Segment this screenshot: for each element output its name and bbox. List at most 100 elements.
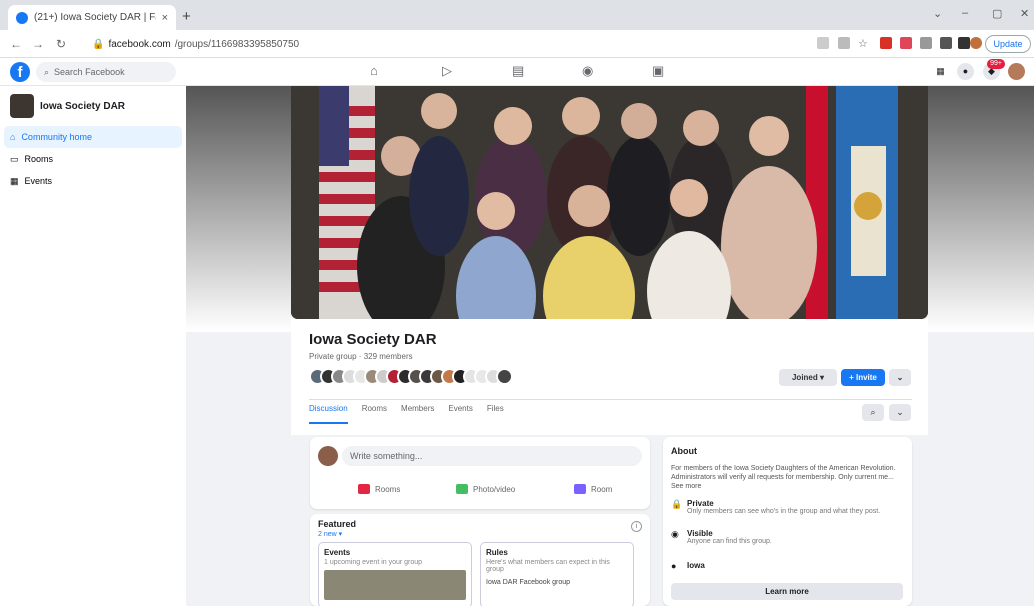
tab-close-icon[interactable]: × [162, 12, 168, 24]
address-bar[interactable]: 🔒 facebook.com/groups/1166983395850750 [92, 35, 782, 53]
event-thumbnail [324, 570, 466, 600]
tab-events[interactable]: Events [448, 404, 472, 424]
cover-photo[interactable] [291, 86, 928, 319]
close-window-button[interactable]: ✕ [1020, 7, 1029, 20]
search-group-button[interactable]: ⌕ [862, 404, 884, 421]
card-subtitle: 1 upcoming event in your group [324, 559, 423, 566]
about-row-sub: Only members can see who's in the group … [687, 508, 881, 515]
tab-rooms[interactable]: Rooms [362, 404, 387, 424]
back-icon[interactable]: ← [10, 37, 22, 51]
group-photo-image [291, 86, 928, 319]
facebook-search-input[interactable]: ⌕ Search Facebook [36, 62, 176, 82]
learn-more-button[interactable]: Learn more [671, 583, 903, 600]
tab-discussion[interactable]: Discussion [309, 404, 348, 424]
featured-section: Featured 2 new ▾ i Events 1 upcoming eve… [310, 514, 650, 606]
extension-icon[interactable] [900, 37, 912, 49]
avatar[interactable] [496, 368, 513, 385]
group-title[interactable]: Iowa Society DAR [309, 331, 437, 348]
browser-tab[interactable]: (21+) Iowa Society DAR | Facebo × [8, 5, 176, 30]
home-icon: ⌂ [10, 132, 16, 142]
gaming-nav-icon[interactable]: ▣ [652, 63, 664, 79]
sidebar-item-community-home[interactable]: ⌂ Community home [4, 126, 182, 148]
extension-icon[interactable] [920, 37, 932, 49]
menu-grid-icon[interactable]: ▦ [932, 63, 949, 80]
about-heading: About [671, 446, 697, 456]
room-action-button[interactable]: Room [574, 484, 612, 494]
member-avatars[interactable] [309, 368, 513, 385]
browser-toolbar: ← → ↻ 🔒 facebook.com/groups/116698339585… [0, 30, 1034, 58]
tab-files[interactable]: Files [487, 404, 504, 424]
browser-tab-strip: (21+) Iowa Society DAR | Facebo × + ⌄ – … [0, 0, 1034, 30]
groups-nav-icon[interactable]: ◉ [582, 63, 593, 79]
update-button[interactable]: Update [985, 35, 1031, 53]
rule-item: Iowa DAR Facebook group [486, 579, 571, 586]
extension-icon[interactable] [838, 37, 850, 49]
card-title: Rules [486, 548, 508, 557]
location-icon: ● [671, 561, 677, 571]
lock-icon: 🔒 [92, 38, 105, 50]
sidebar-item-rooms[interactable]: ▭ Rooms [4, 148, 182, 170]
tab-search-icon[interactable]: ⌄ [933, 7, 942, 20]
home-nav-icon[interactable]: ⌂ [370, 63, 378, 78]
reload-icon[interactable]: ↻ [56, 37, 66, 51]
eye-icon: ◉ [671, 529, 679, 539]
sidebar-icon[interactable] [958, 37, 970, 49]
profile-avatar[interactable] [970, 37, 982, 49]
search-icon: ⌕ [44, 66, 50, 77]
notifications-icon[interactable]: ◆ 99+ [983, 59, 1005, 80]
about-privacy-row: 🔒 Private Only members can see who's in t… [671, 499, 880, 515]
forward-icon[interactable]: → [32, 37, 44, 51]
group-main: Iowa Society DAR Private group · 329 mem… [186, 86, 1034, 606]
sidebar-item-label: Events [24, 176, 53, 186]
action-label: Rooms [375, 484, 401, 494]
tabs-divider [309, 399, 912, 400]
tabs-more-button[interactable]: ⌄ [889, 404, 911, 421]
post-composer: Write something... Rooms Photo/video Roo… [310, 437, 650, 509]
sidebar-item-events[interactable]: ▦ Events [4, 170, 182, 192]
group-more-button[interactable]: ⌄ [889, 369, 911, 386]
avatar [318, 446, 338, 466]
search-placeholder: Search Facebook [54, 67, 125, 77]
puzzle-icon[interactable] [940, 37, 952, 49]
video-icon [358, 484, 370, 494]
featured-new-toggle[interactable]: 2 new ▾ [318, 530, 342, 538]
rooms-action-button[interactable]: Rooms [358, 484, 400, 494]
tab-members[interactable]: Members [401, 404, 434, 424]
about-location-row: ● Iowa [671, 561, 705, 571]
featured-title: Featured [318, 519, 357, 529]
facebook-favicon-icon [16, 11, 28, 24]
photo-video-button[interactable]: Photo/video [456, 484, 515, 494]
sidebar-item-label: Rooms [24, 154, 54, 164]
extension-icon[interactable] [880, 37, 892, 49]
about-description: For members of the Iowa Society Daughter… [671, 465, 896, 490]
bookmark-star-icon[interactable]: ☆ [858, 37, 870, 50]
zoom-icon[interactable] [817, 37, 829, 49]
photo-icon [456, 484, 468, 494]
info-icon[interactable]: i [631, 521, 642, 532]
about-row-title: Iowa [687, 561, 705, 570]
watch-nav-icon[interactable]: ▷ [442, 63, 452, 79]
minimize-button[interactable]: – [962, 7, 968, 19]
account-avatar[interactable] [1008, 63, 1025, 80]
messenger-icon[interactable]: ● [957, 63, 974, 80]
group-thumbnail [10, 94, 34, 118]
featured-events-card[interactable]: Events 1 upcoming event in your group [318, 542, 472, 606]
invite-button[interactable]: + Invite [841, 369, 885, 386]
group-tabs: Discussion Rooms Members Events Files [309, 404, 504, 424]
sidebar-item-label: Community home [21, 132, 92, 142]
left-sidebar: Iowa Society DAR ⌂ Community home ▭ Room… [0, 86, 186, 606]
write-post-input[interactable]: Write something... [342, 446, 642, 466]
sidebar-group-header[interactable]: Iowa Society DAR [10, 94, 125, 118]
about-card: About For members of the Iowa Society Da… [663, 437, 912, 606]
about-row-title: Visible [687, 529, 713, 538]
marketplace-nav-icon[interactable]: ▤ [512, 63, 524, 79]
maximize-button[interactable]: ▢ [992, 7, 1002, 20]
tab-title: (21+) Iowa Society DAR | Facebo [34, 12, 156, 23]
url-path: /groups/1166983395850750 [174, 38, 300, 50]
lock-icon: 🔒 [671, 499, 683, 509]
joined-button[interactable]: Joined ▾ [779, 369, 837, 386]
featured-rules-card[interactable]: Rules Here's what members can expect in … [480, 542, 634, 606]
sidebar-group-name: Iowa Society DAR [40, 100, 126, 112]
new-tab-button[interactable]: + [182, 8, 191, 25]
facebook-logo-icon[interactable]: f [10, 62, 30, 82]
